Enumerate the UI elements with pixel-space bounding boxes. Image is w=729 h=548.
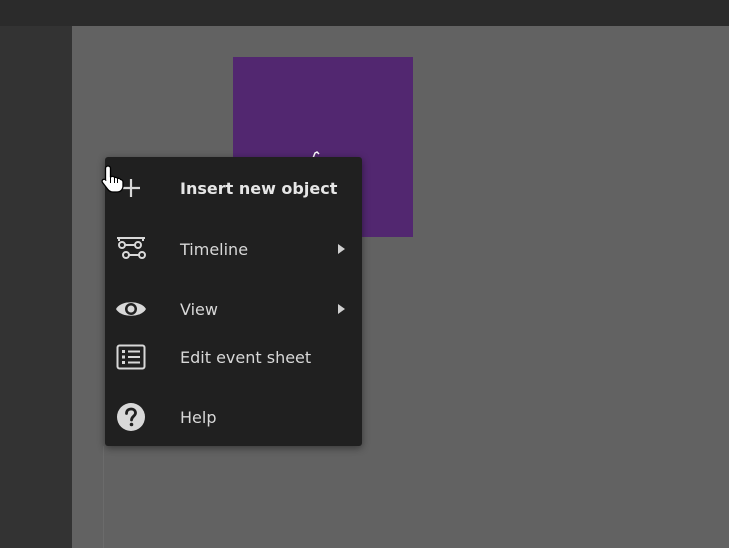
menu-item-label: View <box>180 299 218 319</box>
context-menu: Insert new object Timeline View Edit eve… <box>105 157 362 446</box>
help-icon <box>114 400 148 434</box>
top-bar <box>0 0 729 26</box>
menu-item-label: Help <box>180 407 217 427</box>
chevron-right-icon <box>338 244 345 254</box>
menu-item-label: Timeline <box>180 239 249 259</box>
event-sheet-icon <box>114 340 148 374</box>
layout-boundary-line <box>103 446 104 548</box>
hand-cursor-icon <box>101 165 124 193</box>
menu-item-label: Insert new object <box>180 178 338 198</box>
menu-item-help[interactable]: Help <box>105 395 362 439</box>
menu-item-view[interactable]: View <box>105 287 362 331</box>
menu-item-edit-event-sheet[interactable]: Edit event sheet <box>105 335 362 379</box>
timeline-icon <box>114 232 148 266</box>
menu-item-insert-new-object[interactable]: Insert new object <box>105 166 362 210</box>
eye-icon <box>114 292 148 326</box>
menu-item-label: Edit event sheet <box>180 347 312 367</box>
left-gutter <box>0 26 72 548</box>
chevron-right-icon <box>338 304 345 314</box>
menu-item-timeline[interactable]: Timeline <box>105 227 362 271</box>
